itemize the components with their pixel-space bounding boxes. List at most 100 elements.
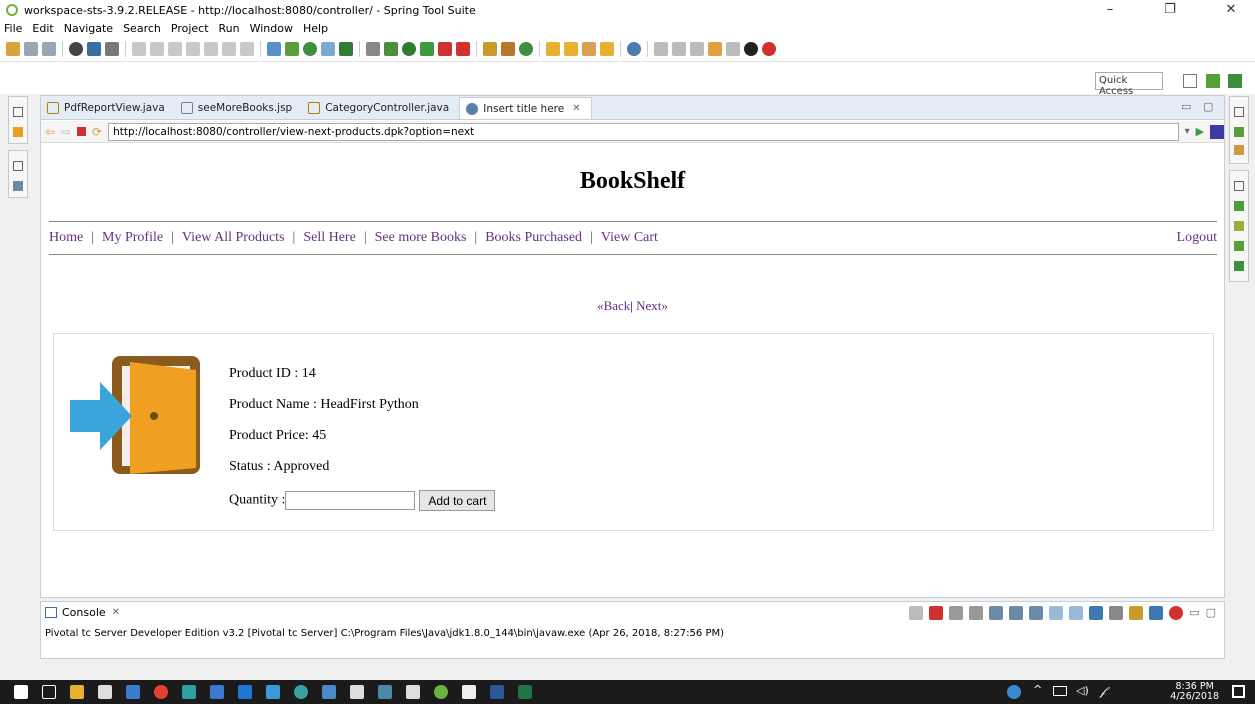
- menu-file[interactable]: File: [4, 22, 22, 35]
- restore-icon[interactable]: [1234, 181, 1244, 191]
- dark-theme-icon[interactable]: [744, 41, 758, 56]
- menu-edit[interactable]: Edit: [32, 22, 53, 35]
- quick-access-input[interactable]: Quick Access: [1095, 72, 1163, 97]
- coverage-icon[interactable]: [456, 41, 470, 56]
- package-explorer-icon[interactable]: [13, 127, 23, 137]
- powershell-icon[interactable]: [210, 685, 224, 699]
- suspend-icon[interactable]: [150, 41, 164, 56]
- forward-arrow-icon[interactable]: ⇨: [61, 125, 71, 139]
- app-icon-4[interactable]: [378, 685, 392, 699]
- menu-window[interactable]: Window: [250, 22, 293, 35]
- add-to-cart-button[interactable]: Add to cart: [419, 490, 496, 511]
- terminate-icon[interactable]: [168, 41, 182, 56]
- nav-home[interactable]: Home: [49, 230, 83, 246]
- spring-explorer-icon[interactable]: [1234, 201, 1244, 211]
- close-console-icon[interactable]: ✕: [112, 607, 120, 618]
- app-icon-5[interactable]: [406, 685, 420, 699]
- back-arrow-icon[interactable]: ⇦: [45, 125, 55, 139]
- notification-icon[interactable]: [1232, 685, 1245, 698]
- web-browser-icon[interactable]: [627, 41, 641, 56]
- menu-project[interactable]: Project: [171, 22, 209, 35]
- run-external-icon[interactable]: [420, 41, 434, 56]
- show-on-error-icon[interactable]: [1069, 606, 1084, 620]
- restore-icon[interactable]: [1234, 107, 1244, 117]
- task-icon[interactable]: [366, 41, 380, 56]
- new-java-project-icon[interactable]: [483, 41, 497, 56]
- save-icon[interactable]: [24, 41, 38, 56]
- open-perspective-icon[interactable]: [1183, 74, 1197, 88]
- menu-search[interactable]: Search: [123, 22, 161, 35]
- resume-icon[interactable]: [132, 41, 146, 56]
- last-edit-icon[interactable]: [690, 41, 704, 56]
- restore-icon[interactable]: [13, 107, 23, 117]
- perspective-icon[interactable]: [321, 41, 335, 56]
- forward-nav-icon[interactable]: [726, 41, 740, 56]
- nav-see-more-books[interactable]: See more Books: [375, 230, 467, 246]
- flow-icon[interactable]: [1234, 241, 1244, 251]
- server-start-icon[interactable]: [303, 41, 317, 56]
- go-icon[interactable]: ▶: [1196, 125, 1204, 138]
- system-clock[interactable]: 8:36 PM 4/26/2018: [1170, 682, 1219, 702]
- nav-view-all-products[interactable]: View All Products: [182, 230, 285, 246]
- vscode-icon[interactable]: [266, 685, 280, 699]
- refresh-icon[interactable]: ⟳: [92, 125, 102, 139]
- debug-perspective-icon[interactable]: [1228, 74, 1242, 88]
- terminate-console-icon[interactable]: [909, 606, 924, 620]
- excel-icon[interactable]: [518, 685, 532, 699]
- back-link[interactable]: «Back: [597, 298, 630, 313]
- nav-logout[interactable]: Logout: [1177, 230, 1217, 246]
- app-icon[interactable]: [126, 685, 140, 699]
- pen-ink-icon[interactable]: 𝒻: [1100, 684, 1105, 699]
- app-icon-6[interactable]: [462, 685, 476, 699]
- nav-books-purchased[interactable]: Books Purchased: [485, 230, 582, 246]
- step-over-icon[interactable]: [222, 41, 236, 56]
- spring-perspective-icon[interactable]: [1206, 74, 1220, 88]
- boot-dashboard-icon[interactable]: [339, 41, 353, 56]
- close-tab-icon[interactable]: ✕: [572, 103, 580, 114]
- store-icon[interactable]: [98, 685, 112, 699]
- open-project-icon[interactable]: [564, 41, 578, 56]
- maximize-editor-icon[interactable]: ▢: [1203, 100, 1213, 113]
- app-icon-2[interactable]: [294, 685, 308, 699]
- step-into-icon[interactable]: [204, 41, 218, 56]
- save-all-icon[interactable]: [42, 41, 56, 56]
- open-console-icon[interactable]: [1129, 606, 1144, 620]
- help-icon[interactable]: [1007, 685, 1021, 699]
- windows-start-icon[interactable]: [14, 685, 28, 699]
- maven-icon[interactable]: [1169, 606, 1184, 620]
- network-icon[interactable]: [1053, 686, 1067, 696]
- remove-all-icon[interactable]: [969, 606, 984, 620]
- stop-icon[interactable]: [438, 41, 452, 56]
- nav-my-profile[interactable]: My Profile: [102, 230, 163, 246]
- disconnect-icon[interactable]: [186, 41, 200, 56]
- profile-icon[interactable]: [69, 41, 83, 56]
- app-icon-3[interactable]: [322, 685, 336, 699]
- tab-pdf-report-view[interactable]: PdfReportView.java: [41, 97, 175, 119]
- refresh-spring-icon[interactable]: [762, 41, 776, 56]
- volume-icon[interactable]: ◁): [1076, 684, 1089, 697]
- debug-icon[interactable]: [384, 41, 398, 56]
- search-folder-icon[interactable]: [600, 41, 614, 56]
- show-on-output-icon[interactable]: [1049, 606, 1064, 620]
- remove-launch-icon[interactable]: [949, 606, 964, 620]
- file-explorer-icon[interactable]: [70, 685, 84, 699]
- quantity-input[interactable]: [285, 491, 416, 510]
- next-link[interactable]: Next»: [636, 298, 668, 313]
- url-dropdown-icon[interactable]: ▾: [1185, 126, 1190, 137]
- gradle-icon[interactable]: [1149, 606, 1164, 620]
- back-nav-icon[interactable]: [708, 41, 722, 56]
- scroll-lock-icon[interactable]: [1009, 606, 1024, 620]
- display-console-icon[interactable]: [1109, 606, 1124, 620]
- previous-annotation-icon[interactable]: [672, 41, 686, 56]
- tab-insert-title-here[interactable]: Insert title here ✕: [459, 97, 592, 119]
- skip-breakpoints-icon[interactable]: [105, 41, 119, 56]
- sts-taskbar-icon[interactable]: [434, 685, 448, 699]
- pin-console-icon[interactable]: [1089, 606, 1104, 620]
- minimize-button[interactable]: –: [1095, 2, 1125, 17]
- pen-icon[interactable]: [582, 41, 596, 56]
- chevron-up-icon[interactable]: ^: [1033, 683, 1042, 696]
- menu-help[interactable]: Help: [303, 22, 328, 35]
- edge-icon[interactable]: [238, 685, 252, 699]
- console-tab[interactable]: Console ✕: [45, 606, 120, 619]
- minimize-console-icon[interactable]: ▭: [1189, 606, 1199, 620]
